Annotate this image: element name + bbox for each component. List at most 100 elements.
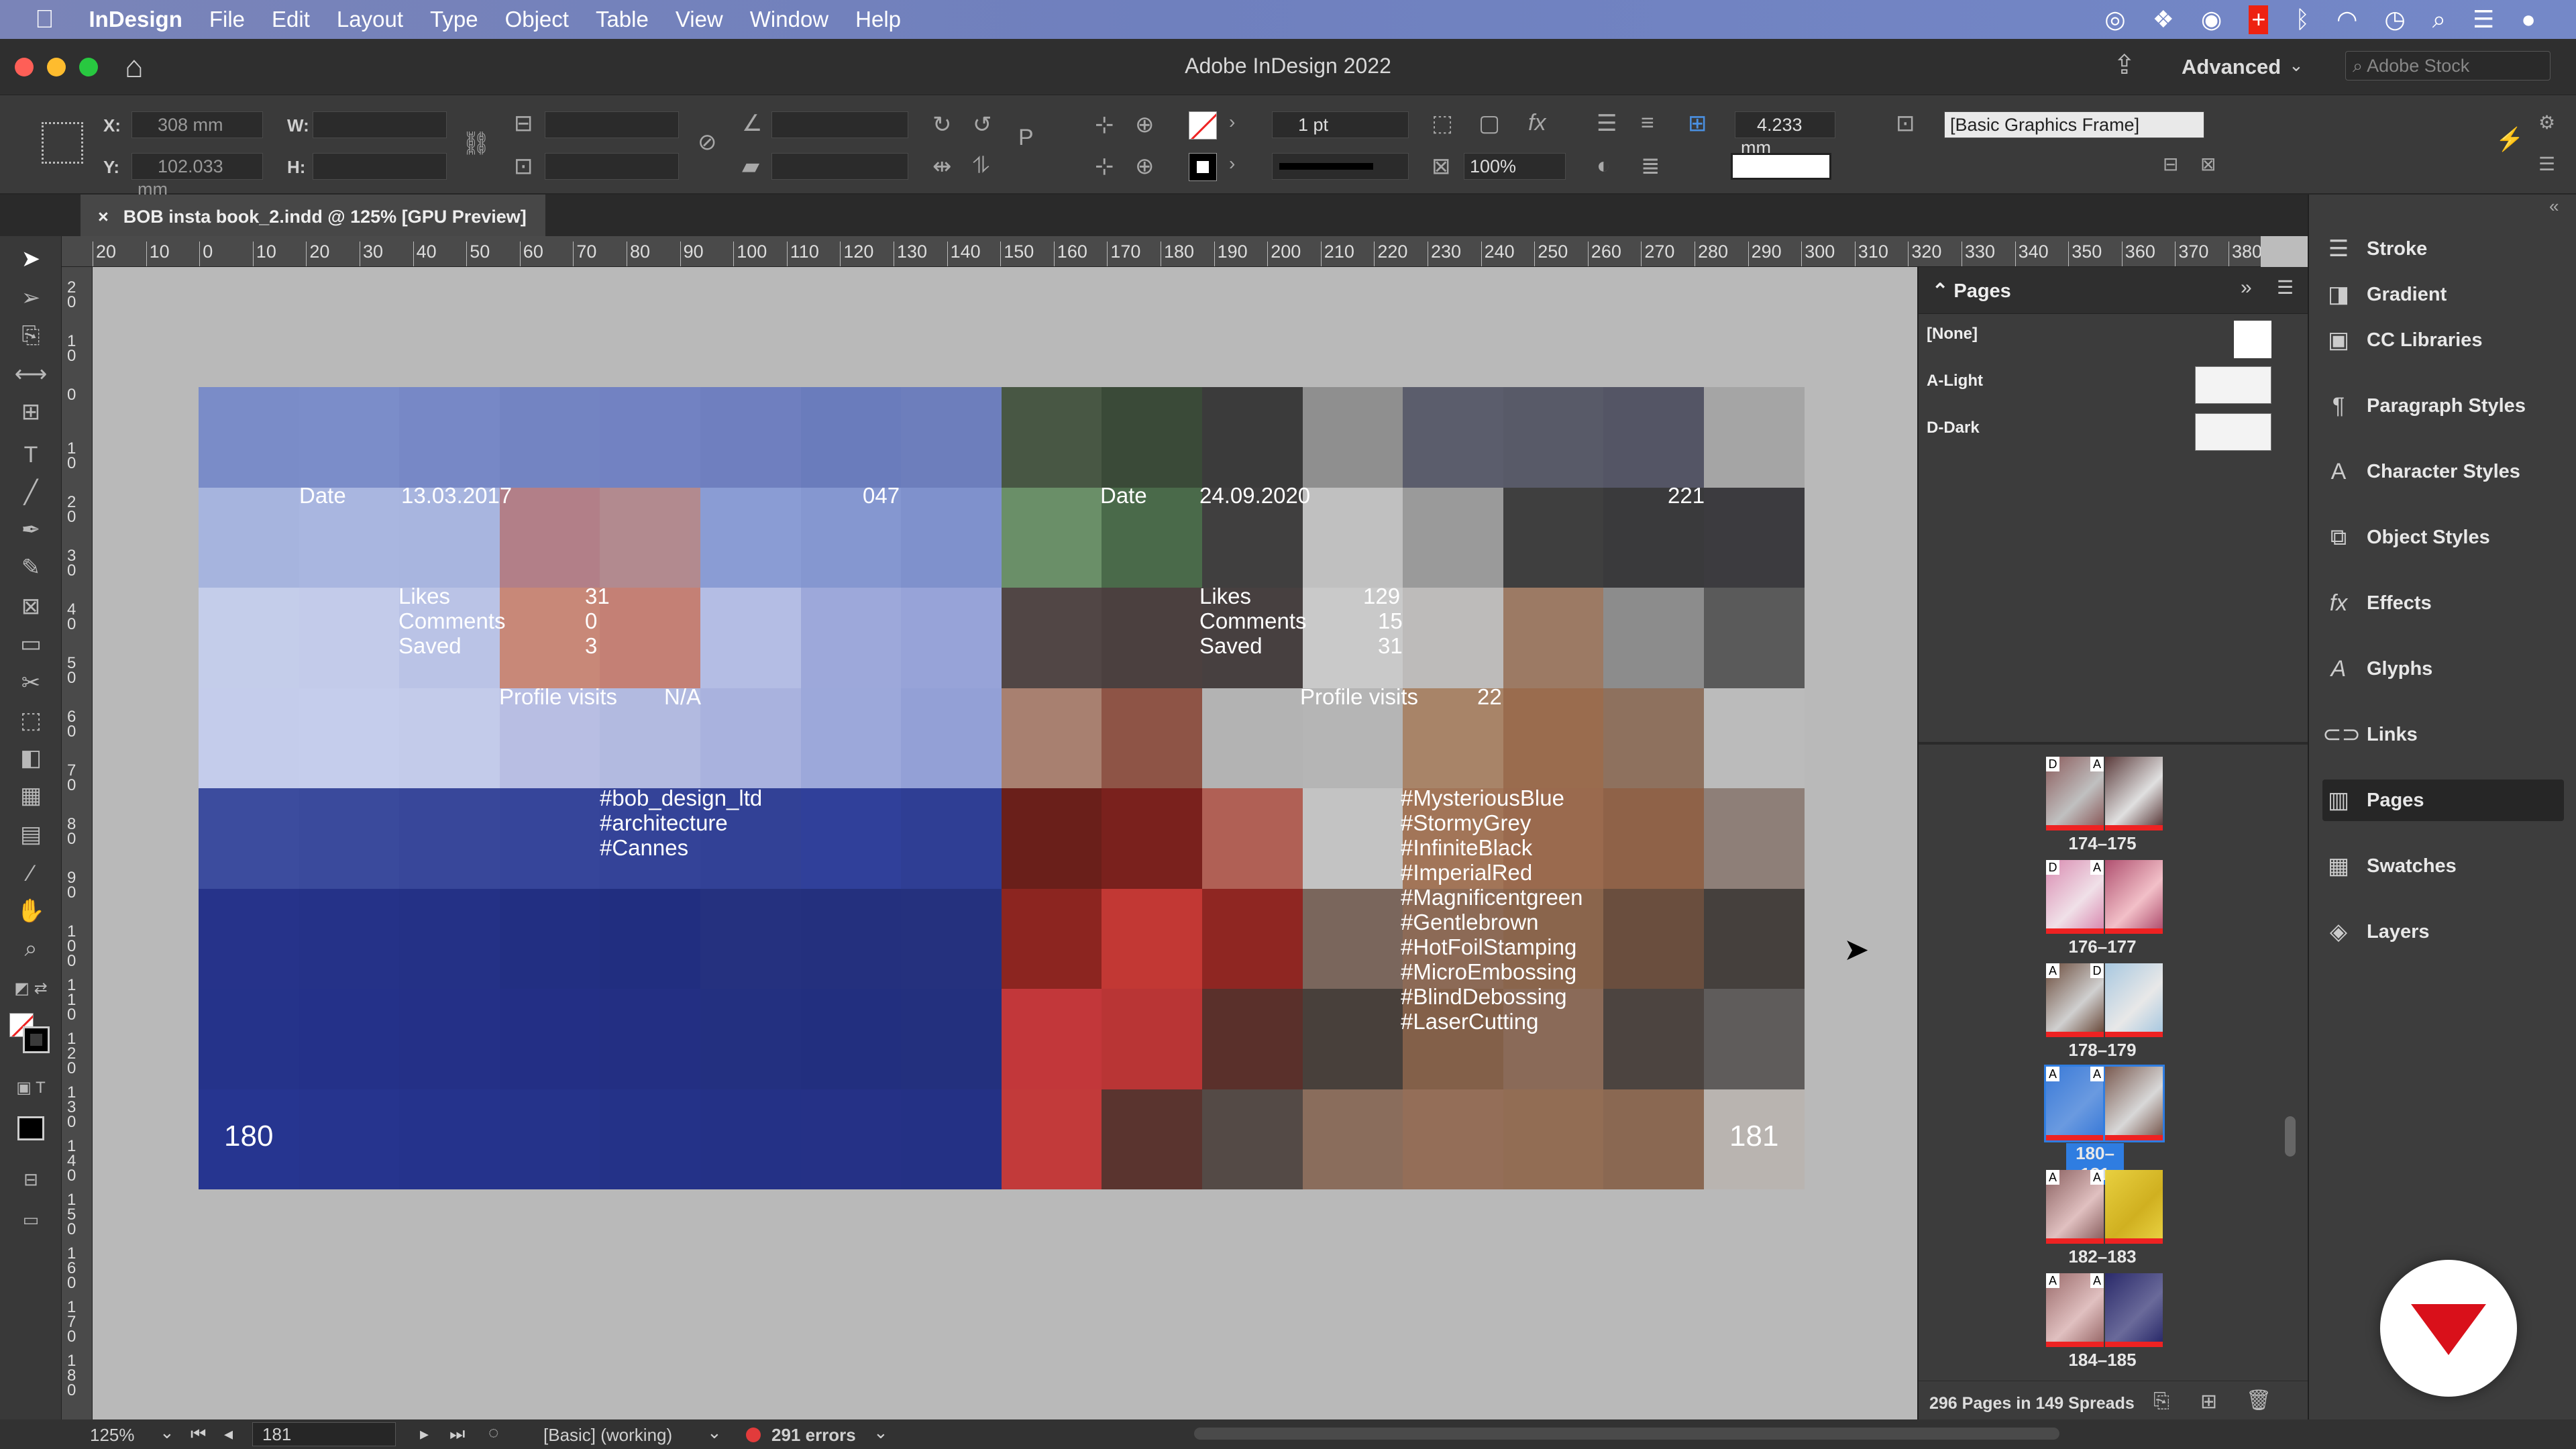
clear-overrides-icon[interactable]: ⊟ [2163, 153, 2178, 175]
page-number-field[interactable]: 181 [252, 1422, 396, 1446]
select-container-icon[interactable]: ⊹ [1095, 111, 1114, 138]
collapse-panel-icon[interactable]: » [2241, 276, 2252, 299]
menu-table[interactable]: Table [596, 7, 649, 32]
scale-y-field[interactable] [545, 153, 679, 180]
delete-page-icon[interactable]: 🗑 [2246, 1389, 2271, 1412]
dock-stroke[interactable]: ☰ Stroke [2322, 228, 2564, 270]
bluetooth-icon[interactable]: ᛒ [2295, 5, 2310, 34]
sync-icon[interactable]: ◉ [2201, 5, 2222, 34]
content-collector-icon[interactable]: ⊞ [13, 394, 48, 429]
free-transform-tool-icon[interactable]: ⬚ [13, 703, 48, 738]
settings-gear-icon[interactable]: ⚙ [2538, 111, 2555, 133]
stroke-swatch-black[interactable] [1189, 153, 1217, 181]
master-none-thumb[interactable] [2234, 321, 2271, 358]
fill-swatch-none[interactable] [1189, 111, 1217, 140]
object-style-dropdown[interactable]: [Basic Graphics Frame] [1944, 111, 2204, 138]
master-d-dark-thumb[interactable] [2195, 413, 2271, 451]
object-style-icon[interactable]: ⊡ [1896, 110, 1915, 137]
horizontal-ruler[interactable]: 20 10 0 10 20 30 40 50 60 70 80 90 100 110 120 130 140 15… [62, 236, 2261, 267]
master-a-light[interactable]: A-Light [1927, 372, 1983, 390]
pen-tool-icon[interactable]: ✒ [13, 513, 48, 547]
first-page-icon[interactable]: ⏮ [191, 1424, 206, 1445]
page-thumbnail[interactable] [2105, 963, 2163, 1037]
new-page-icon[interactable]: ⊞ [2200, 1390, 2217, 1413]
panel-menu-icon[interactable]: ☰ [2538, 153, 2555, 175]
opacity-icon[interactable]: ⊠ [1432, 153, 1451, 180]
close-tab-icon[interactable]: × [98, 207, 109, 227]
brand-logo-badge[interactable] [2380, 1260, 2517, 1397]
shear-angle-icon[interactable]: ▰ [742, 153, 759, 180]
type-tool-icon[interactable]: T [13, 437, 48, 472]
dock-pages[interactable]: ▥ Pages [2322, 780, 2564, 821]
note-tool-icon[interactable]: ▤ [13, 817, 48, 852]
menu-layout[interactable]: Layout [337, 7, 403, 32]
rotate-cw-icon[interactable]: ↻ [932, 111, 952, 138]
eyedropper-tool-icon[interactable]: ⁄ [13, 856, 48, 891]
page-tool-icon[interactable]: ⎘ [13, 318, 48, 353]
previous-page-icon[interactable]: ◂ [224, 1424, 233, 1444]
gap-tool-icon[interactable]: ⟷ [13, 357, 48, 392]
errors-chevron-icon[interactable]: ⌄ [873, 1422, 888, 1443]
rectangle-tool-icon[interactable]: ▭ [13, 627, 48, 661]
dock-links[interactable]: ⊂⊃ Links [2322, 714, 2564, 755]
spotlight-search-icon[interactable]: ⌕ [2432, 5, 2446, 34]
zoom-level[interactable]: 125% [90, 1425, 135, 1446]
frame-fit-icon[interactable]: ▢ [1479, 110, 1500, 137]
scale-x-icon[interactable]: ⊟ [514, 110, 533, 137]
apply-color-icon[interactable] [17, 1116, 44, 1140]
preview-mode-icon[interactable]: ▭ [13, 1202, 48, 1237]
hand-tool-icon[interactable]: ✋ [13, 894, 48, 928]
stroke-weight-field[interactable]: 1 pt [1272, 111, 1409, 138]
quick-apply-icon[interactable]: ⚡ [2496, 126, 2524, 153]
dock-swatches[interactable]: ▦ Swatches [2322, 845, 2564, 887]
document-tab[interactable]: × BOB insta book_2.indd @ 125% [GPU Previ… [80, 195, 545, 236]
siri-icon[interactable]: ● [2521, 5, 2536, 34]
master-none[interactable]: [None] [1927, 325, 1978, 343]
zoom-tool-icon[interactable]: ⌕ [13, 931, 48, 966]
default-fill-stroke-icon[interactable]: ◩ ⇄ [13, 971, 48, 1006]
menu-file[interactable]: File [209, 7, 245, 32]
master-d-dark[interactable]: D-Dark [1927, 419, 1980, 437]
stroke-black-icon[interactable] [23, 1026, 50, 1053]
gradient-swatch-tool-icon[interactable]: ◧ [13, 741, 48, 775]
dock-paragraph-styles[interactable]: ¶ Paragraph Styles [2322, 385, 2564, 427]
spread-label[interactable]: 174–175 [2042, 833, 2163, 854]
wifi-icon[interactable]: ◠ [2337, 5, 2357, 34]
dock-object-styles[interactable]: ⧉ Object Styles [2322, 517, 2564, 558]
height-field[interactable] [313, 153, 447, 180]
dropbox-icon[interactable]: ❖ [2153, 5, 2174, 34]
spread-label[interactable]: 178–179 [2042, 1040, 2163, 1061]
redefine-style-icon[interactable]: ⊠ [2200, 153, 2216, 175]
effects-fx-icon[interactable]: fx [1528, 110, 1546, 136]
swiss-flag-icon[interactable]: + [2249, 5, 2269, 34]
preflight-profile[interactable]: [Basic] (working) [543, 1425, 672, 1446]
pencil-tool-icon[interactable]: ✎ [13, 550, 48, 585]
edit-page-size-icon[interactable]: ⎘ [2153, 1390, 2169, 1413]
select-next-icon[interactable]: ⊕ [1135, 153, 1155, 180]
flip-horizontal-icon[interactable]: ⇹ [932, 153, 952, 180]
corner-shape-field[interactable] [1731, 153, 1831, 180]
dock-layers[interactable]: ◈ Layers [2322, 911, 2564, 953]
time-machine-icon[interactable]: ◷ [2384, 5, 2405, 34]
menu-view[interactable]: View [676, 7, 723, 32]
menu-app-name[interactable]: InDesign [89, 7, 182, 32]
stroke-type-dropdown[interactable] [1272, 153, 1409, 180]
link-scale-icon[interactable]: ⊘ [698, 129, 717, 156]
control-center-icon[interactable]: ☰ [2473, 5, 2494, 34]
constrain-proportions-icon[interactable]: ⛓ [462, 130, 490, 157]
scale-x-field[interactable] [545, 111, 679, 138]
width-field[interactable] [313, 111, 447, 138]
vertical-ruler[interactable]: 20 10 0 10 20 30 40 50 60 70 80 90 100 110 120 130 140 15… [62, 267, 93, 1428]
direct-selection-tool-icon[interactable]: ➢ [13, 280, 48, 315]
selection-tool-icon[interactable]: ➤ [13, 241, 48, 276]
flip-vertical-icon[interactable]: ⥮ [973, 153, 989, 179]
rotate-angle-icon[interactable]: ∠ [742, 110, 762, 137]
dock-cc-libraries[interactable]: ▣ CC Libraries [2322, 319, 2564, 361]
corner-offset-field[interactable]: 4.233 mm [1735, 111, 1835, 158]
rotate-ccw-icon[interactable]: ↺ [973, 111, 992, 138]
page-thumbnail[interactable] [2105, 1170, 2163, 1244]
text-wrap-icon[interactable]: ⬚ [1432, 110, 1453, 137]
next-page-icon[interactable]: ▸ [420, 1424, 429, 1444]
spread-180-181[interactable]: Date 13.03.2017 047 Likes Comments Saved… [199, 387, 1805, 1189]
drop-shadow-icon[interactable]: ◐ [1597, 153, 1611, 179]
